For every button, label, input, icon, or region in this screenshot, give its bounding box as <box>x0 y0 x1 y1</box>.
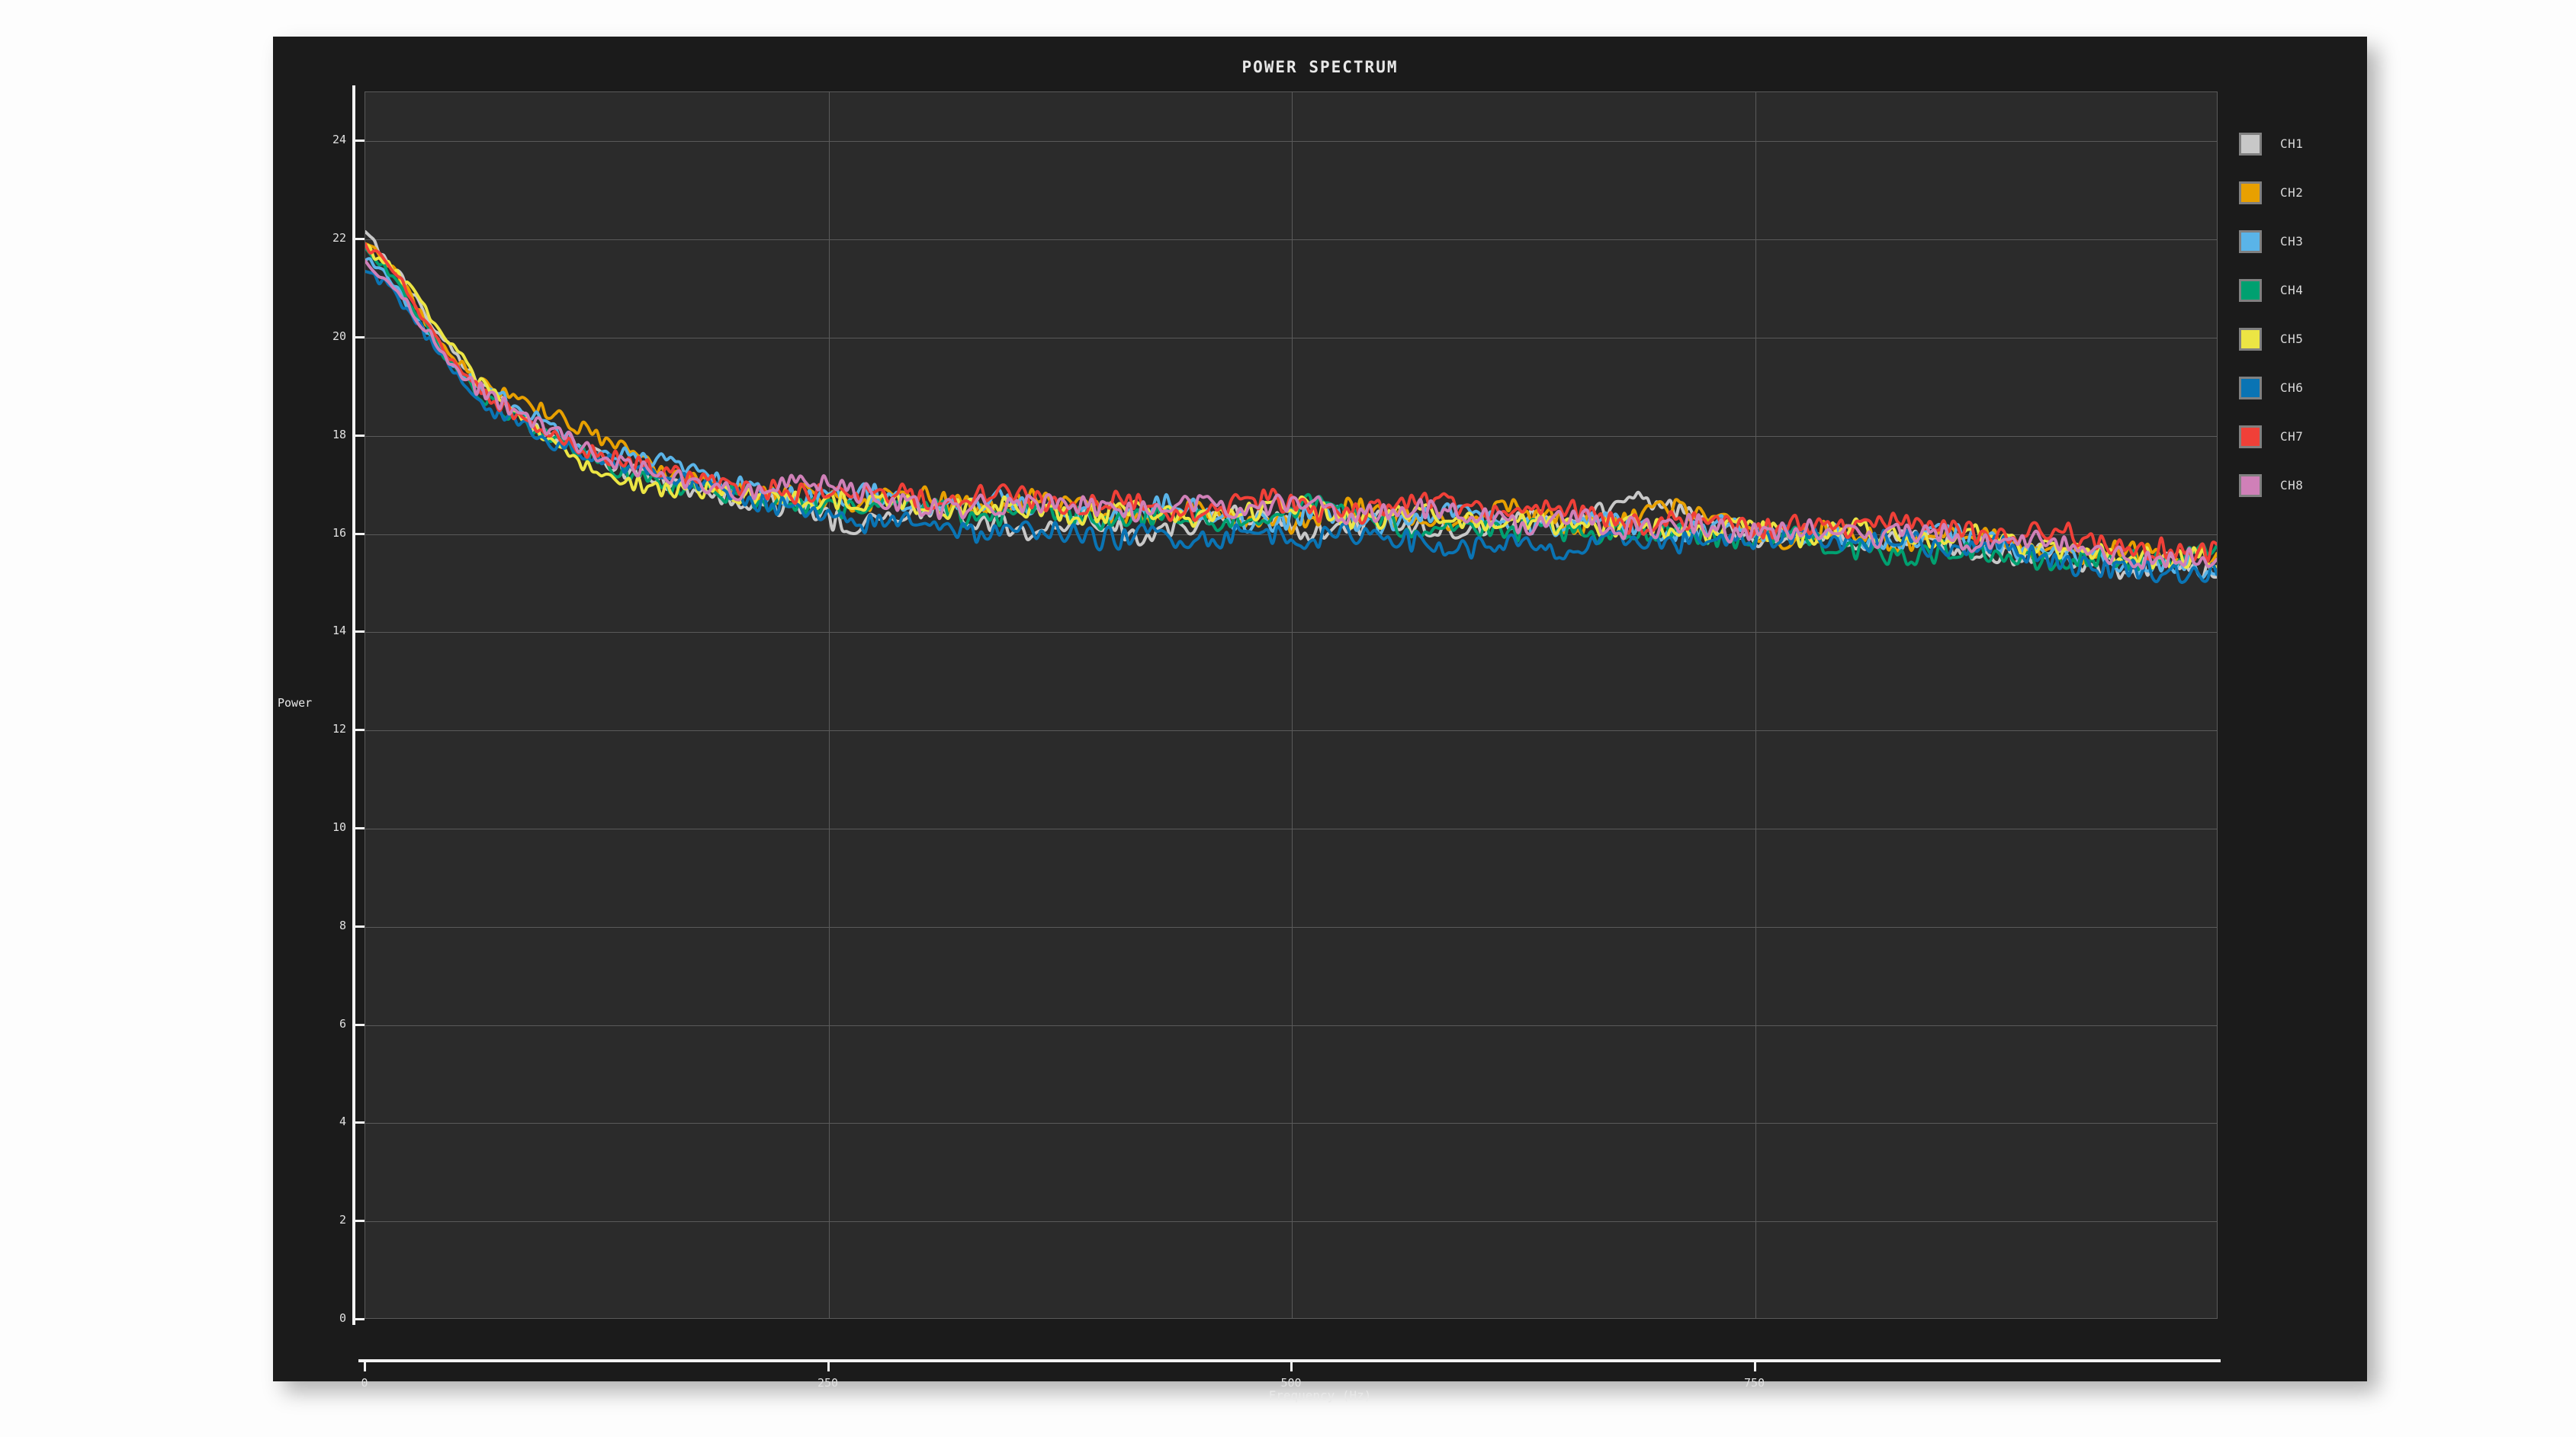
legend-item-ch4[interactable]: CH4 <box>2233 274 2362 323</box>
legend-color-swatch <box>2239 133 2262 156</box>
x-tick-mark <box>1290 1359 1293 1371</box>
x-tick-mark <box>364 1359 366 1371</box>
legend-color-swatch <box>2239 181 2262 204</box>
page-root: POWER SPECTRUM 0 2 4 6 8 10 12 14 16 18 20 22 24 0 25… <box>0 0 2576 1437</box>
series-line-ch2 <box>365 242 2217 568</box>
series-line-ch1 <box>365 229 2217 580</box>
legend-item-label: CH5 <box>2280 332 2304 346</box>
series-line-ch4 <box>365 245 2217 572</box>
legend: CH1 CH2 CH3 CH4 CH5 CH6 CH7 CH8 <box>2233 128 2362 518</box>
series-line-ch8 <box>365 259 2217 570</box>
legend-item-ch6[interactable]: CH6 <box>2233 372 2362 421</box>
chart-figure: POWER SPECTRUM 0 2 4 6 8 10 12 14 16 18 20 22 24 0 25… <box>273 37 2367 1403</box>
legend-item-label: CH1 <box>2280 136 2304 151</box>
legend-item-label: CH8 <box>2280 478 2304 492</box>
legend-item-ch2[interactable]: CH2 <box>2233 177 2362 226</box>
legend-item-ch3[interactable]: CH3 <box>2233 226 2362 274</box>
y-tick-label: 10 <box>332 820 346 834</box>
y-tick-label: 16 <box>332 525 346 540</box>
x-tick-mark <box>1753 1359 1756 1371</box>
y-tick-label: 20 <box>332 329 346 343</box>
x-tick-mark <box>827 1359 830 1371</box>
legend-color-swatch <box>2239 230 2262 253</box>
y-tick-mark <box>352 1023 365 1026</box>
y-tick-label: 12 <box>332 722 346 736</box>
y-axis-label: Power <box>278 696 313 710</box>
y-tick-label: 2 <box>339 1213 346 1227</box>
legend-item-ch5[interactable]: CH5 <box>2233 323 2362 372</box>
y-tick-mark <box>352 336 365 338</box>
legend-item-label: CH3 <box>2280 234 2304 249</box>
legend-color-swatch <box>2239 425 2262 448</box>
y-tick-label: 14 <box>332 624 346 638</box>
legend-color-swatch <box>2239 328 2262 351</box>
y-tick-mark <box>352 729 365 732</box>
series-line-ch6 <box>365 270 2217 585</box>
y-tick-mark <box>352 827 365 829</box>
y-tick-label: 22 <box>332 231 346 245</box>
legend-item-ch8[interactable]: CH8 <box>2233 470 2362 518</box>
y-tick-mark <box>352 630 365 633</box>
legend-item-ch1[interactable]: CH1 <box>2233 128 2362 177</box>
y-tick-mark <box>352 140 365 143</box>
y-axis-spine <box>352 85 355 1325</box>
y-tick-label: 8 <box>339 918 346 932</box>
legend-item-label: CH7 <box>2280 429 2304 444</box>
legend-color-swatch <box>2239 279 2262 302</box>
series-line-ch5 <box>365 243 2217 570</box>
y-tick-mark <box>352 238 365 241</box>
chart-title: POWER SPECTRUM <box>1241 58 1399 76</box>
legend-item-label: CH4 <box>2280 283 2304 297</box>
series-lines <box>365 229 2217 585</box>
legend-item-label: CH6 <box>2280 380 2304 395</box>
y-tick-label: 24 <box>332 133 346 147</box>
y-tick-mark <box>352 434 365 437</box>
plot-area <box>365 91 2218 1319</box>
y-tick-label: 4 <box>339 1115 346 1129</box>
y-tick-mark <box>352 925 365 928</box>
y-tick-mark <box>352 1220 365 1223</box>
y-tick-mark <box>352 1121 365 1124</box>
y-tick-label: 18 <box>332 427 346 441</box>
x-axis-label: Frequency (Hz) <box>1268 1388 1372 1403</box>
legend-item-label: CH2 <box>2280 185 2304 200</box>
y-tick-label: 6 <box>339 1016 346 1031</box>
x-axis-spine <box>358 1359 2221 1362</box>
legend-color-swatch <box>2239 474 2262 497</box>
legend-item-ch7[interactable]: CH7 <box>2233 421 2362 470</box>
legend-color-swatch <box>2239 377 2262 399</box>
y-tick-mark <box>352 532 365 535</box>
y-tick-label: 0 <box>339 1311 346 1325</box>
y-tick-mark <box>352 1318 365 1320</box>
